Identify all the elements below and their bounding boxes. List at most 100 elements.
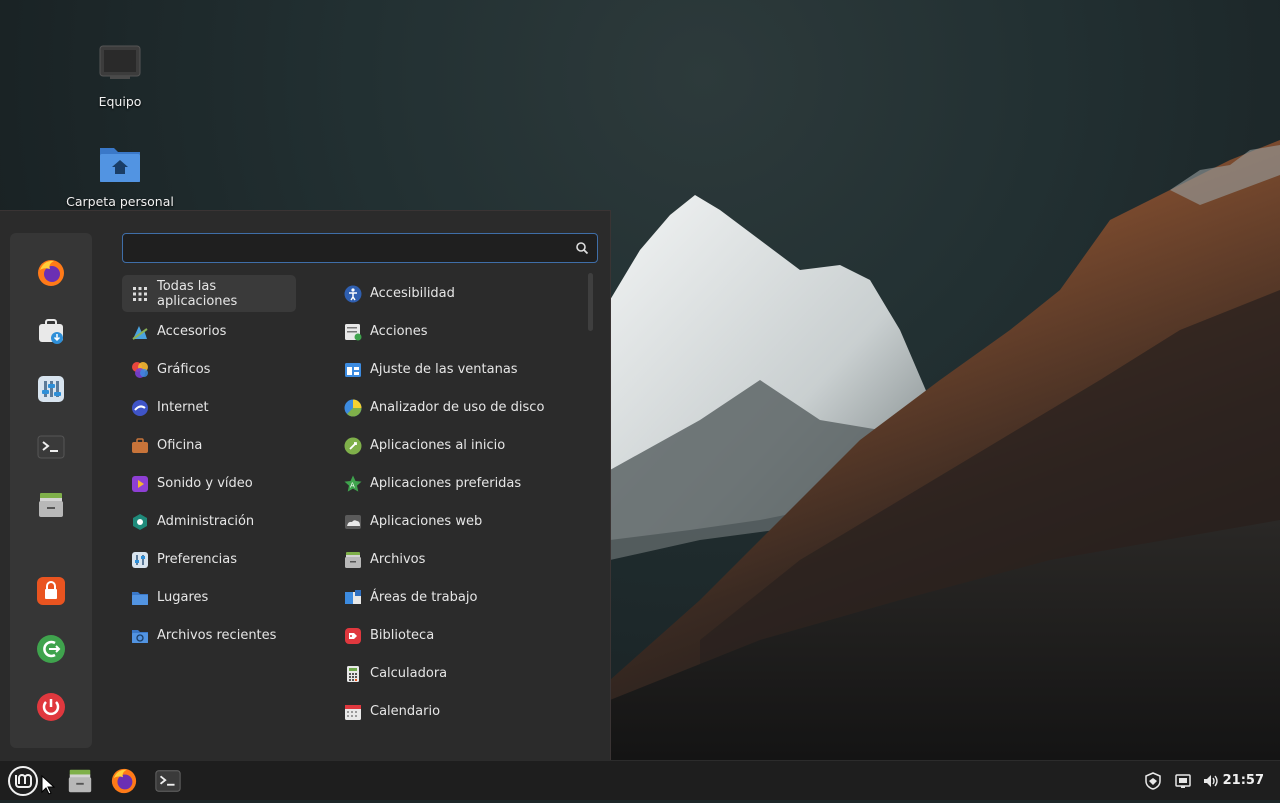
- files-icon: [39, 493, 63, 517]
- favorite-shutdown[interactable]: [31, 687, 71, 727]
- category-label: Todas las aplicaciones: [157, 278, 238, 309]
- library-icon: [344, 627, 362, 645]
- category-office[interactable]: Oficina: [122, 427, 296, 464]
- mouse-cursor: [38, 767, 58, 803]
- web-apps-icon: [344, 513, 362, 531]
- category-preferences[interactable]: Preferencias: [122, 541, 296, 578]
- search-input[interactable]: [131, 238, 565, 260]
- category-all-applications[interactable]: Todas las aplicaciones: [122, 275, 296, 312]
- menu-button[interactable]: [4, 763, 42, 799]
- grid-icon: [131, 285, 149, 303]
- files-icon: [344, 551, 362, 569]
- favorite-files[interactable]: [31, 485, 71, 525]
- logout-icon: [37, 635, 65, 663]
- app-areas-trabajo[interactable]: Áreas de trabajo: [336, 579, 586, 616]
- app-label: Biblioteca: [370, 628, 435, 643]
- app-label: Archivos: [370, 552, 426, 567]
- recent-files-icon: [131, 627, 149, 645]
- mint-logo-icon: [8, 766, 38, 796]
- app-label: Analizador de uso de disco: [370, 400, 545, 415]
- desktop-icon-computer[interactable]: Equipo: [60, 40, 180, 109]
- category-recent-files[interactable]: Archivos recientes: [122, 617, 296, 654]
- category-label: Administración: [157, 514, 255, 529]
- menu-search-box[interactable]: [122, 233, 598, 263]
- favorite-firefox[interactable]: [31, 253, 71, 293]
- app-calendario[interactable]: Calendario: [336, 693, 586, 730]
- app-label: Acciones: [370, 324, 428, 339]
- favorite-software-manager[interactable]: [31, 311, 71, 351]
- bottom-panel: 21:57: [0, 760, 1280, 800]
- category-graphics[interactable]: Gráficos: [122, 351, 296, 388]
- terminal-icon: [155, 770, 181, 792]
- tray-update-manager[interactable]: [1144, 761, 1162, 801]
- desktop-icon-label: Carpeta personal: [66, 194, 174, 209]
- files-icon: [68, 769, 92, 793]
- category-sound-video[interactable]: Sonido y vídeo: [122, 465, 296, 502]
- category-administration[interactable]: Administración: [122, 503, 296, 540]
- internet-icon: [131, 399, 149, 417]
- category-label: Accesorios: [157, 324, 227, 339]
- app-biblioteca[interactable]: Biblioteca: [336, 617, 586, 654]
- category-places[interactable]: Lugares: [122, 579, 296, 616]
- settings-icon: [38, 376, 64, 402]
- preferred-apps-icon: A: [344, 475, 362, 493]
- app-label: Aplicaciones preferidas: [370, 476, 522, 491]
- firefox-icon: [38, 260, 64, 286]
- svg-text:A: A: [350, 481, 355, 489]
- apps-scrollbar[interactable]: [588, 273, 593, 331]
- firefox-icon: [111, 768, 137, 794]
- category-label: Internet: [157, 400, 209, 415]
- app-analizador-disco[interactable]: Analizador de uso de disco: [336, 389, 586, 426]
- graphics-icon: [131, 361, 149, 379]
- category-internet[interactable]: Internet: [122, 389, 296, 426]
- startup-apps-icon: [344, 437, 362, 455]
- app-label: Áreas de trabajo: [370, 590, 478, 605]
- workspaces-icon: [344, 589, 362, 607]
- app-accesibilidad[interactable]: Accesibilidad: [336, 275, 586, 312]
- favorite-logout[interactable]: [31, 629, 71, 669]
- app-aplicaciones-preferidas[interactable]: A Aplicaciones preferidas: [336, 465, 586, 502]
- app-aplicaciones-inicio[interactable]: Aplicaciones al inicio: [336, 427, 586, 464]
- app-label: Aplicaciones web: [370, 514, 483, 529]
- category-accessories[interactable]: Accesorios: [122, 313, 296, 350]
- app-acciones[interactable]: Acciones: [336, 313, 586, 350]
- favorites-bar: [10, 233, 92, 748]
- panel-launcher-terminal[interactable]: [150, 763, 186, 799]
- app-label: Ajuste de las ventanas: [370, 362, 518, 377]
- computer-icon: [96, 40, 144, 88]
- preferences-icon: [131, 551, 149, 569]
- shield-icon: [1145, 772, 1161, 790]
- window-tiling-icon: [344, 361, 362, 379]
- panel-launcher-files[interactable]: [62, 763, 98, 799]
- app-aplicaciones-web[interactable]: Aplicaciones web: [336, 503, 586, 540]
- favorite-terminal[interactable]: [31, 427, 71, 467]
- places-icon: [131, 589, 149, 607]
- desktop-icon-home-folder[interactable]: Carpeta personal: [60, 140, 180, 209]
- category-label: Preferencias: [157, 552, 238, 567]
- category-label: Oficina: [157, 438, 203, 453]
- tray-volume[interactable]: [1202, 761, 1220, 801]
- terminal-icon: [37, 435, 65, 459]
- app-archivos[interactable]: Archivos: [336, 541, 586, 578]
- lock-icon: [37, 577, 65, 605]
- app-calculadora[interactable]: Calculadora: [336, 655, 586, 692]
- favorite-system-settings[interactable]: [31, 369, 71, 409]
- category-label: Archivos recientes: [157, 628, 277, 643]
- calendar-icon: [344, 703, 362, 721]
- network-icon: [1175, 774, 1191, 788]
- clock[interactable]: 21:57: [1223, 773, 1264, 788]
- home-folder-icon: [96, 140, 144, 188]
- tray-network[interactable]: [1174, 761, 1192, 801]
- app-label: Calendario: [370, 704, 441, 719]
- category-label: Gráficos: [157, 362, 211, 377]
- favorite-lock-screen[interactable]: [31, 571, 71, 611]
- category-label: Sonido y vídeo: [157, 476, 253, 491]
- accessibility-icon: [344, 285, 362, 303]
- app-label: Accesibilidad: [370, 286, 455, 301]
- volume-icon: [1204, 775, 1218, 787]
- panel-launcher-firefox[interactable]: [106, 763, 142, 799]
- multimedia-icon: [131, 475, 149, 493]
- actions-icon: [344, 323, 362, 341]
- app-label: Aplicaciones al inicio: [370, 438, 506, 453]
- app-ajuste-ventanas[interactable]: Ajuste de las ventanas: [336, 351, 586, 388]
